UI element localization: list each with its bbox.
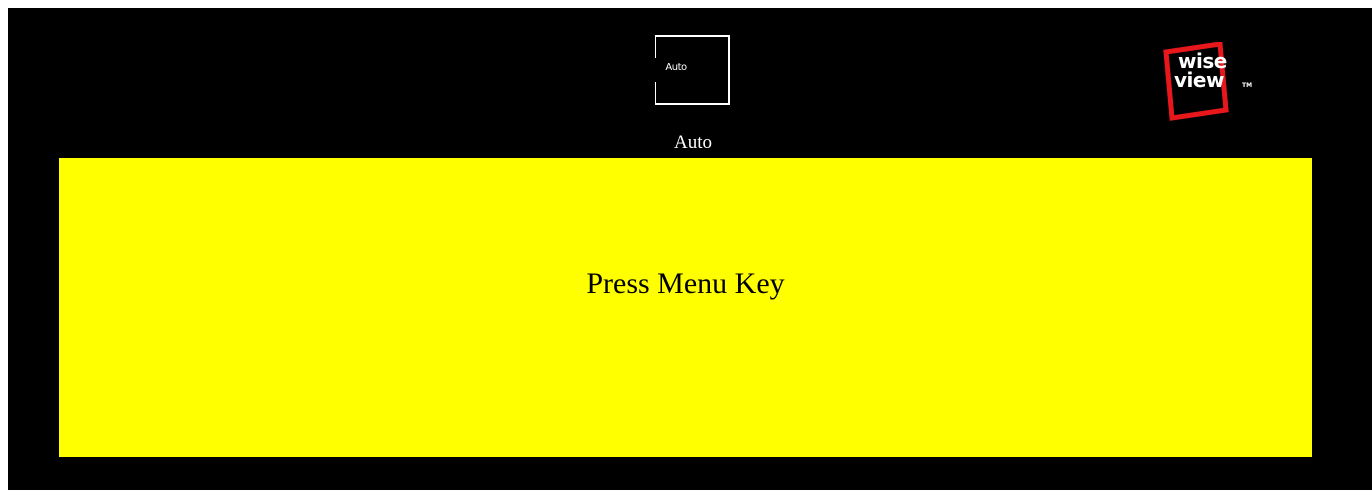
panel-message: Press Menu Key bbox=[586, 267, 785, 300]
auto-icon-label: Auto bbox=[665, 62, 687, 73]
logo-trademark: TM bbox=[1242, 82, 1253, 89]
osd-screen: Auto Auto wise view TM Press Menu Key bbox=[8, 8, 1372, 490]
message-panel: Press Menu Key bbox=[59, 158, 1312, 457]
wiseview-logo: wise view TM bbox=[1148, 42, 1268, 130]
logo-word-view: view bbox=[1174, 68, 1224, 92]
mode-caption: Auto bbox=[674, 132, 712, 153]
auto-mode-icon[interactable]: Auto bbox=[655, 34, 731, 106]
